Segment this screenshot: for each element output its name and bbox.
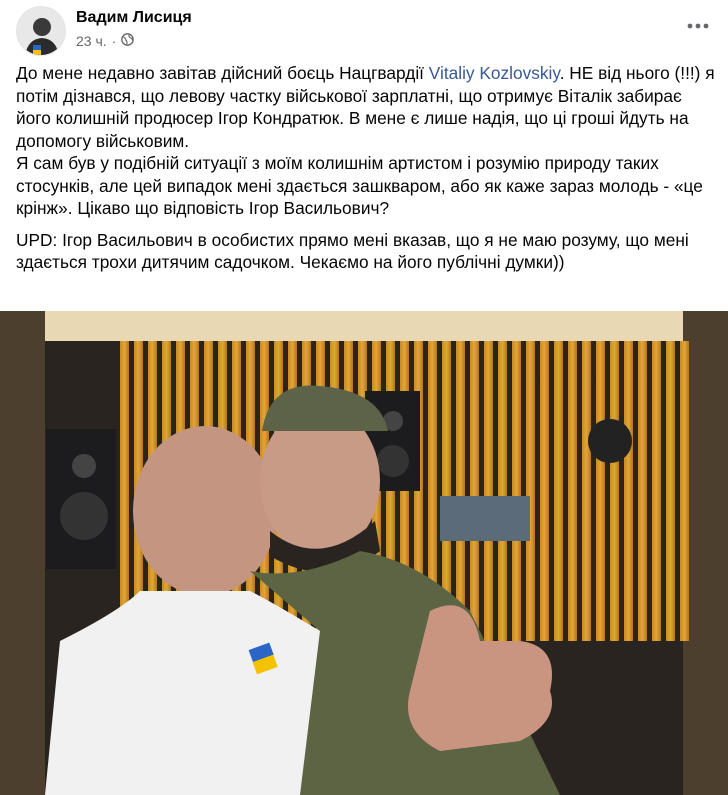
- globe-icon: [121, 33, 135, 49]
- paragraph-1-text-a: До мене недавно завітав дійсний боєць На…: [16, 63, 429, 83]
- author-avatar[interactable]: [16, 6, 66, 56]
- mention-link[interactable]: Vitaliy Kozlovskiy: [429, 63, 560, 83]
- post-paragraph-2: Я сам був у подібній ситуації з моїм кол…: [16, 153, 703, 218]
- post-text: До мене недавно завітав дійсний боєць На…: [16, 62, 716, 274]
- meta-separator: ·: [111, 33, 117, 49]
- more-options-icon[interactable]: [684, 16, 712, 36]
- post-meta: 23 ч. ·: [76, 33, 135, 49]
- post-photo[interactable]: [0, 311, 728, 795]
- post-paragraph-1: До мене недавно завітав дійсний боєць На…: [16, 62, 716, 152]
- post-paragraph-3: UPD: Ігор Васильович в особистих прямо м…: [16, 229, 689, 273]
- post-time[interactable]: 23 ч.: [76, 33, 107, 49]
- author-name[interactable]: Вадим Лисиця: [76, 9, 192, 27]
- post-header: Вадим Лисиця 23 ч. ·: [16, 6, 712, 56]
